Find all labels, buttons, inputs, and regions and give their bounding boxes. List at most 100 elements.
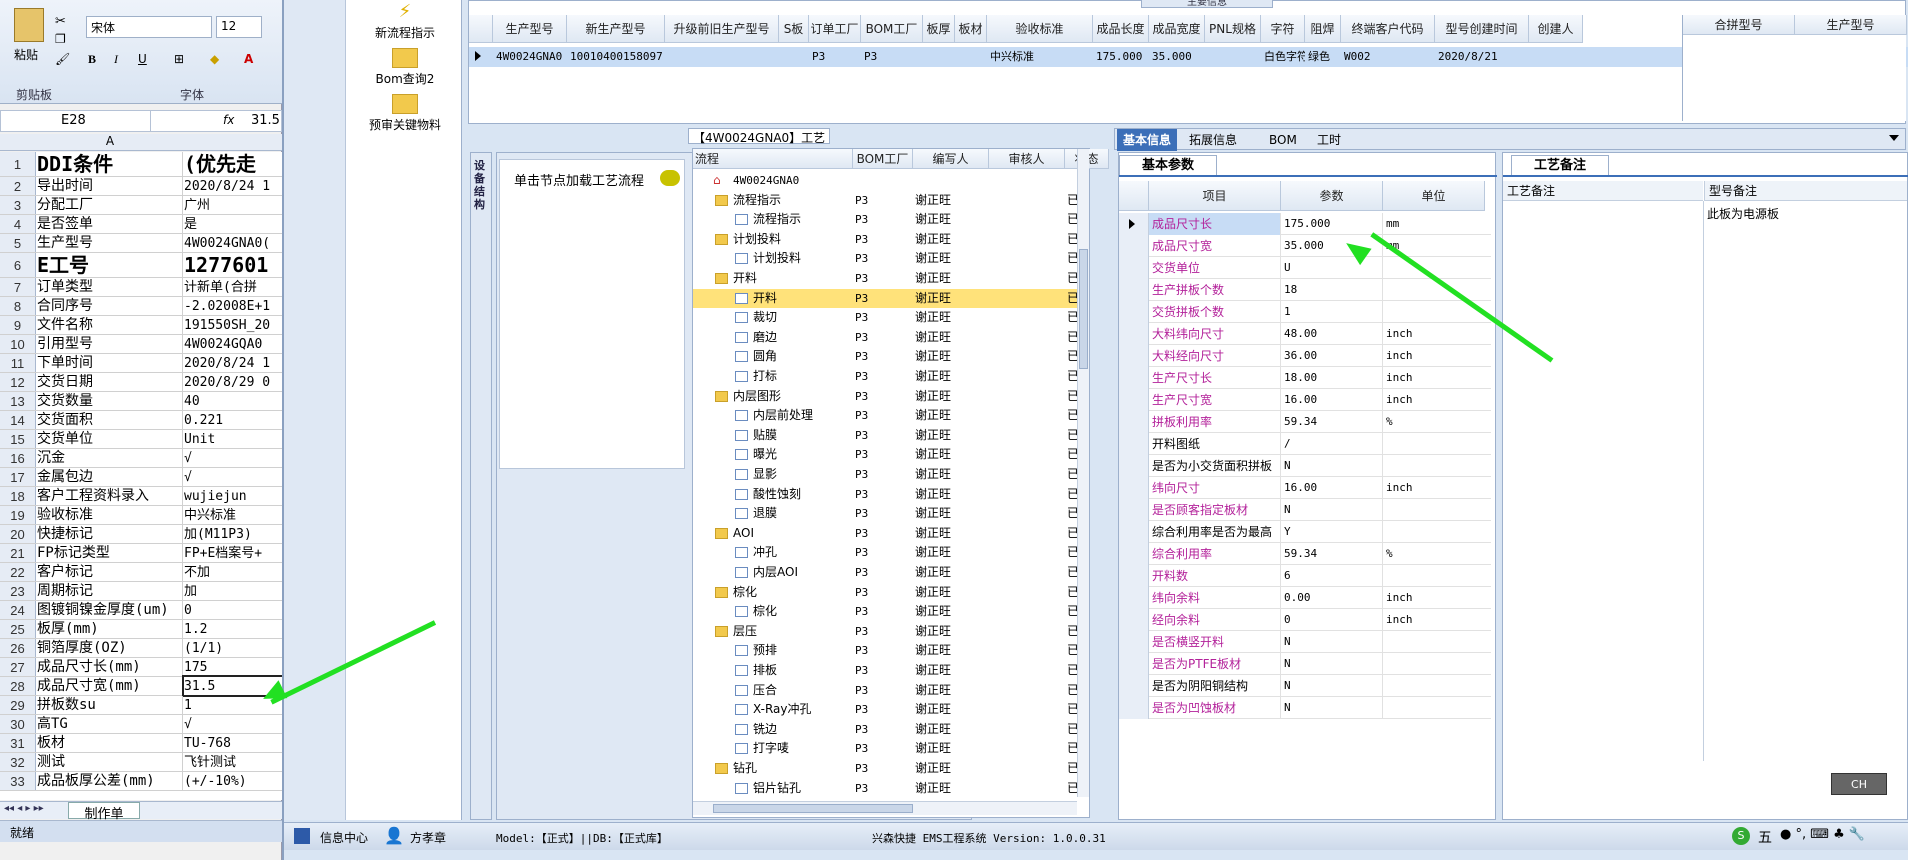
- param-value[interactable]: N: [1281, 697, 1383, 719]
- cell-b[interactable]: (1/1): [184, 639, 282, 657]
- row-selector[interactable]: [1119, 301, 1149, 323]
- tree-step-row[interactable]: 曝光 P3 谢正旺 已编号: [693, 445, 1077, 464]
- param-value[interactable]: 1: [1281, 301, 1383, 323]
- tree-step-row[interactable]: 钻孔 P3 谢正旺 已编号: [693, 798, 1077, 799]
- cell-a[interactable]: DDI条件: [37, 152, 183, 176]
- font-color-icon[interactable]: A: [244, 52, 253, 66]
- grid-cell[interactable]: 白色字符: [1261, 47, 1305, 67]
- cell-a[interactable]: 高TG: [37, 715, 183, 733]
- grid-cell[interactable]: [955, 47, 987, 67]
- cell-b[interactable]: (优先走: [184, 152, 282, 176]
- border-icon[interactable]: ⊞: [174, 52, 184, 66]
- cell-b[interactable]: 加(M11P3): [184, 525, 282, 543]
- tree-step-row[interactable]: 开料 P3 谢正旺 已编号: [693, 288, 1077, 308]
- row-number[interactable]: 32: [0, 753, 36, 771]
- info-tab[interactable]: 拓展信息: [1183, 129, 1243, 151]
- cell-b[interactable]: 是: [184, 215, 282, 233]
- param-value[interactable]: Y: [1281, 521, 1383, 543]
- cell-b[interactable]: 1277601: [184, 253, 282, 277]
- row-number[interactable]: 7: [0, 278, 36, 296]
- grid-col-header[interactable]: BOM工厂: [861, 15, 923, 43]
- cell-a[interactable]: 交货面积: [37, 411, 183, 429]
- font-name-select[interactable]: 宋体: [86, 16, 212, 38]
- cell-b[interactable]: 2020/8/24 1: [184, 177, 282, 195]
- grid-col-header[interactable]: 成品宽度: [1149, 15, 1205, 43]
- row-selector[interactable]: [1119, 697, 1149, 719]
- cell-b[interactable]: √: [184, 715, 282, 733]
- row-selector[interactable]: [1119, 543, 1149, 565]
- sheet-grid[interactable]: 1 DDI条件 (优先走 2 导出时间 2020/8/24 1 3 分配工厂 广州 4 是否签单是 5…: [0, 152, 282, 800]
- tree-step-row[interactable]: 内层AOI P3 谢正旺 已编号: [693, 563, 1077, 582]
- grid-cell[interactable]: P3: [809, 47, 861, 67]
- sheet-row[interactable]: 14 交货面积 0.221: [0, 411, 282, 430]
- row-number[interactable]: 33: [0, 772, 36, 790]
- tree-step-row[interactable]: 圆角 P3 谢正旺 已编号: [693, 347, 1077, 366]
- cell-b[interactable]: 0.221: [184, 411, 282, 429]
- grid-col-header[interactable]: 订单工厂: [809, 15, 861, 43]
- row-selector[interactable]: [1119, 675, 1149, 697]
- tree-step-row[interactable]: 打标 P3 谢正旺 已编号: [693, 367, 1077, 386]
- cell-a[interactable]: E工号: [37, 253, 183, 277]
- tree-folder-row[interactable]: 层压 P3 谢正旺 已编号: [693, 622, 1077, 641]
- fill-color-icon[interactable]: ◆: [210, 52, 219, 66]
- grid-cell[interactable]: 绿色: [1305, 47, 1341, 67]
- tree-step-row[interactable]: 棕化 P3 谢正旺 已编号: [693, 602, 1077, 621]
- grid-col-header[interactable]: 验收标准: [987, 15, 1093, 43]
- sheet-row[interactable]: 18 客户工程资料录入 wujiejun: [0, 487, 282, 506]
- cell-b[interactable]: 2020/8/24 1: [184, 354, 282, 372]
- cell-a[interactable]: 拼板数su: [37, 696, 183, 714]
- cell-b[interactable]: 4W0024GNA0(: [184, 234, 282, 252]
- tree-folder-row[interactable]: 流程指示 P3 谢正旺 已编号: [693, 191, 1077, 210]
- grid-col-header[interactable]: PNL规格: [1205, 15, 1261, 43]
- sheet-row[interactable]: 24 图镀铜镍金厚度(um) 0: [0, 601, 282, 620]
- param-value[interactable]: N: [1281, 455, 1383, 477]
- cell-a[interactable]: 交货单位: [37, 430, 183, 448]
- row-number[interactable]: 5: [0, 234, 36, 252]
- cell-b[interactable]: 175: [184, 658, 282, 676]
- row-selector[interactable]: [1119, 477, 1149, 499]
- row-number[interactable]: 2: [0, 177, 36, 195]
- param-row[interactable]: 开料图纸 /: [1119, 433, 1491, 455]
- row-number[interactable]: 14: [0, 411, 36, 429]
- cell-a[interactable]: 成品尺寸宽(mm): [37, 677, 183, 695]
- params-col-header[interactable]: 项目: [1149, 181, 1281, 211]
- row-selector[interactable]: [1119, 609, 1149, 631]
- row-selector[interactable]: [1119, 235, 1149, 257]
- sheet-row[interactable]: 13 交货数量 40: [0, 392, 282, 411]
- sheet-row[interactable]: 11 下单时间 2020/8/24 1: [0, 354, 282, 373]
- sheet-row[interactable]: 31 板材 TU-768: [0, 734, 282, 753]
- row-number[interactable]: 3: [0, 196, 36, 214]
- info-tab[interactable]: 基本信息: [1117, 129, 1178, 151]
- param-value[interactable]: N: [1281, 653, 1383, 675]
- model-remark-text[interactable]: 此板为电源板: [1707, 205, 1779, 222]
- cell-b[interactable]: 2020/8/29 0: [184, 373, 282, 391]
- tree-step-row[interactable]: 贴膜 P3 谢正旺 已编号: [693, 426, 1077, 445]
- bold-button[interactable]: B: [88, 52, 96, 67]
- param-row[interactable]: 是否为小交货面积拼板 N: [1119, 455, 1491, 477]
- param-value[interactable]: N: [1281, 631, 1383, 653]
- param-row[interactable]: 综合利用率是否为最高 Y: [1119, 521, 1491, 543]
- cell-b[interactable]: FP+E档案号+: [184, 544, 282, 562]
- info-center-label[interactable]: 信息中心: [320, 829, 368, 846]
- row-number[interactable]: 22: [0, 563, 36, 581]
- param-value[interactable]: 0.00: [1281, 587, 1383, 609]
- sheet-row[interactable]: 32 测试 飞针测试: [0, 753, 282, 772]
- row-selector[interactable]: [1119, 367, 1149, 389]
- sheet-row[interactable]: 1 DDI条件 (优先走: [0, 152, 282, 177]
- params-body[interactable]: 成品尺寸长175.000mm成品尺寸宽35.000mm交货单位U生产拼板个数18…: [1119, 213, 1491, 733]
- info-tab[interactable]: 工时: [1311, 129, 1347, 151]
- row-selector[interactable]: [1119, 455, 1149, 477]
- tray-icons[interactable]: ● °, ⌨ ♣ 🔧: [1780, 827, 1865, 842]
- sheet-row[interactable]: 26 铜箔厚度(OZ) (1/1): [0, 639, 282, 658]
- tree-folder-row[interactable]: 计划投料 P3 谢正旺 已编号: [693, 230, 1077, 249]
- sheet-row[interactable]: 12 交货日期 2020/8/29 0: [0, 373, 282, 392]
- sheet-row[interactable]: 27 成品尺寸长(mm) 175: [0, 658, 282, 677]
- formula-input[interactable]: 31.5: [251, 113, 280, 128]
- cell-b[interactable]: 1.2: [184, 620, 282, 638]
- row-selector[interactable]: [1119, 279, 1149, 301]
- row-selector[interactable]: [1119, 345, 1149, 367]
- dropdown-arrow-icon[interactable]: [1889, 135, 1899, 141]
- row-number[interactable]: 27: [0, 658, 36, 676]
- launcher-item[interactable]: ⚡ 新流程指示: [348, 2, 462, 46]
- paste-icon[interactable]: [14, 8, 44, 42]
